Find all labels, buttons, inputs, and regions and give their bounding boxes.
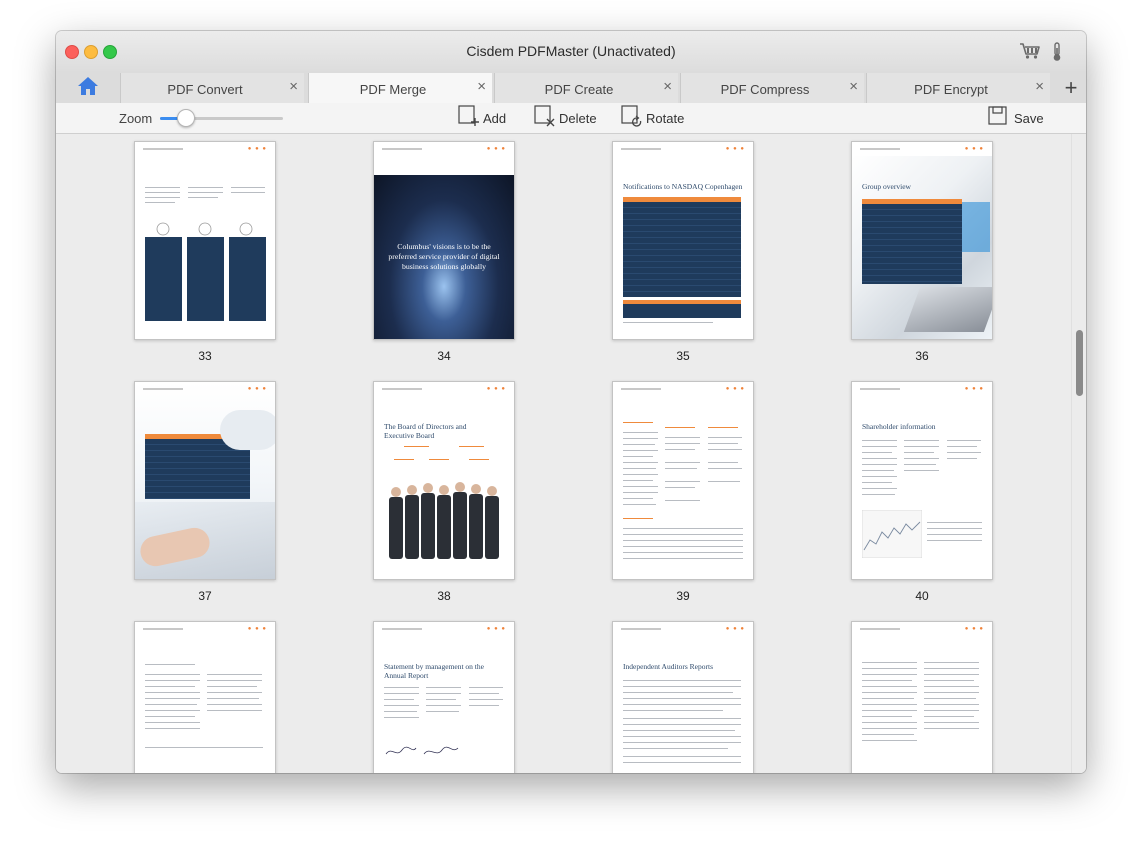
close-tab-icon[interactable]: × (477, 79, 486, 95)
page-number: 33 (198, 349, 212, 363)
page-thumbnail[interactable]: ● ● ● (612, 381, 754, 580)
toolbar: Zoom Add Delete Rotate Save (56, 103, 1086, 134)
page-thumbnail[interactable]: ● ● ● (134, 381, 276, 580)
tab-pdf-merge[interactable]: PDF Merge × (308, 73, 492, 104)
add-button[interactable]: Add (458, 104, 507, 132)
page-heading: Columbus' visions is to be the preferred… (388, 242, 500, 271)
home-icon (77, 76, 99, 101)
add-icon (458, 104, 480, 132)
scrollbar-thumb[interactable] (1076, 330, 1083, 396)
page-number: 36 (915, 349, 929, 363)
tab-pdf-encrypt[interactable]: PDF Encrypt × (866, 73, 1050, 103)
tab-label: PDF Compress (720, 82, 810, 97)
page-thumbnail[interactable]: ● ● ● Independent Auditors Reports (612, 621, 754, 773)
tab-bar: PDF Convert × PDF Merge × PDF Create × P… (56, 73, 1086, 104)
page-number: 40 (915, 589, 929, 603)
thermometer-icon[interactable] (1051, 42, 1063, 67)
page-thumbnail[interactable]: ● ● ● Columbus' visions is to be the pre… (373, 141, 515, 340)
page-number: 35 (676, 349, 690, 363)
page-heading: Group overview (862, 182, 911, 191)
tab-label: PDF Create (544, 82, 614, 97)
page-thumbnail[interactable]: ● ● ● The Board of Directors and Executi… (373, 381, 515, 580)
page-heading: Independent Auditors Reports (623, 662, 713, 671)
page-number: 34 (437, 349, 451, 363)
vertical-scrollbar[interactable] (1071, 134, 1086, 773)
title-bar: Cisdem PDFMaster (Unactivated) (56, 31, 1086, 73)
tab-label: PDF Convert (167, 82, 243, 97)
rotate-label: Rotate (646, 110, 685, 126)
tab-pdf-create[interactable]: PDF Create × (494, 73, 678, 103)
save-icon (988, 105, 1008, 131)
delete-button[interactable]: Delete (534, 104, 597, 132)
page-number: 38 (437, 589, 451, 603)
page-heading: Shareholder information (862, 422, 936, 431)
save-button[interactable]: Save (988, 105, 1044, 131)
cart-icon[interactable] (1019, 42, 1041, 65)
rotate-button[interactable]: Rotate (621, 104, 685, 132)
page-thumbnail[interactable]: ● ● ● Group overview (851, 141, 993, 340)
delete-icon (534, 104, 556, 132)
page-thumbnail[interactable]: ● ● ● (134, 621, 276, 773)
page-thumbnail[interactable]: ● ● ● Notifications to NASDAQ Copenhagen (612, 141, 754, 340)
zoom-label: Zoom (119, 111, 153, 126)
page-heading: Statement by management on the Annual Re… (384, 662, 484, 680)
page-thumbnail[interactable]: ● ● ● (851, 621, 993, 773)
zoom-slider-handle[interactable] (176, 109, 195, 127)
page-thumbnail[interactable]: ● ● ● (134, 141, 276, 340)
delete-label: Delete (559, 110, 597, 126)
tab-pdf-convert[interactable]: PDF Convert × (120, 73, 304, 103)
close-tab-icon[interactable]: × (663, 79, 672, 95)
page-heading: The Board of Directors and Executive Boa… (384, 422, 467, 440)
page-number: 39 (676, 589, 690, 603)
page-heading: Notifications to NASDAQ Copenhagen (623, 182, 743, 191)
tab-pdf-compress[interactable]: PDF Compress × (680, 73, 864, 103)
new-tab-button[interactable]: + (1056, 75, 1086, 101)
home-button[interactable] (56, 73, 120, 103)
page-number: 37 (198, 589, 212, 603)
close-tab-icon[interactable]: × (849, 79, 858, 95)
add-label: Add (483, 110, 507, 126)
tab-label: PDF Encrypt (914, 82, 988, 97)
page-thumbnail[interactable]: ● ● ● Statement by management on the Ann… (373, 621, 515, 773)
page-thumbnail[interactable]: ● ● ● Shareholder information (851, 381, 993, 580)
app-window: Cisdem PDFMaster (Unactivated) PDF Conve… (56, 31, 1086, 773)
close-tab-icon[interactable]: × (1035, 79, 1044, 95)
close-tab-icon[interactable]: × (289, 79, 298, 95)
tab-label: PDF Merge (359, 82, 427, 97)
save-label: Save (1014, 110, 1044, 126)
window-title: Cisdem PDFMaster (Unactivated) (466, 43, 676, 59)
page-grid: ● ● ● 33 ● ● ● Columbus' visions is to b… (56, 134, 1086, 773)
rotate-icon (621, 104, 643, 132)
